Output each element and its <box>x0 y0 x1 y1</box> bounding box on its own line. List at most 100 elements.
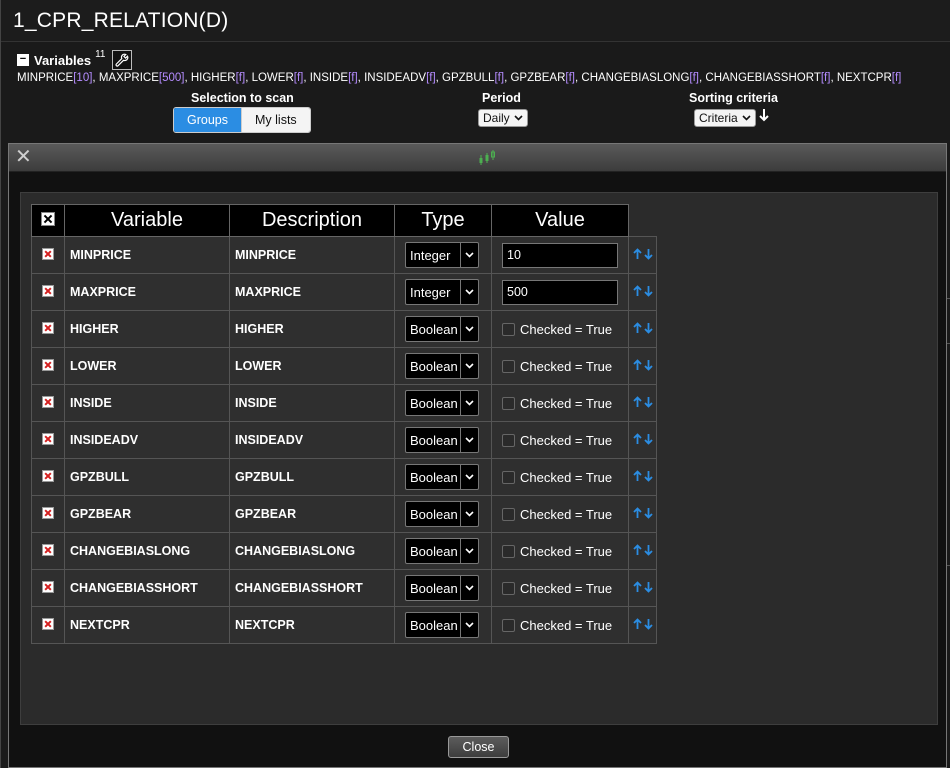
delete-x-icon[interactable] <box>42 321 54 334</box>
close-x-icon[interactable]: ✕ <box>15 147 32 167</box>
arrow-up-icon[interactable] <box>632 247 642 263</box>
checkbox-box[interactable] <box>502 544 515 558</box>
type-select[interactable]: Boolean <box>405 538 479 564</box>
arrow-up-icon[interactable] <box>632 395 642 411</box>
delete-x-icon[interactable] <box>42 358 54 371</box>
arrow-up-icon[interactable] <box>632 580 642 596</box>
variable-summary-param[interactable]: [f] <box>426 72 436 84</box>
checkbox-box[interactable] <box>502 359 515 373</box>
type-select[interactable]: Boolean <box>405 353 479 379</box>
arrow-up-icon[interactable] <box>632 543 642 559</box>
variable-summary-param[interactable]: [f] <box>565 72 575 84</box>
variable-summary-param[interactable]: [f] <box>892 72 902 84</box>
delete-x-icon[interactable] <box>42 580 54 593</box>
checkbox-box[interactable] <box>502 581 515 595</box>
variable-summary-param[interactable]: [f] <box>236 72 246 84</box>
type-select[interactable]: Integer <box>405 279 479 305</box>
value-input[interactable]: 500 <box>502 279 618 305</box>
arrow-up-icon[interactable] <box>632 284 642 300</box>
checkbox-box[interactable] <box>502 396 515 410</box>
chevron-down-icon <box>460 317 478 341</box>
arrow-down-icon[interactable] <box>643 322 653 337</box>
sort-direction-icon[interactable] <box>759 108 769 127</box>
value-cell: Checked = True <box>491 421 629 459</box>
type-select[interactable]: Boolean <box>405 316 479 342</box>
value-checkbox[interactable]: Checked = True <box>502 433 628 448</box>
variable-summary-param[interactable]: [f] <box>821 72 831 84</box>
wrench-icon[interactable] <box>111 50 132 70</box>
selection-to-scan-label: Selection to scan <box>191 91 294 105</box>
delete-all-icon[interactable] <box>41 212 55 226</box>
value-checkbox[interactable]: Checked = True <box>502 470 628 485</box>
value-checkbox[interactable]: Checked = True <box>502 507 628 522</box>
value-checkbox[interactable]: Checked = True <box>502 618 628 633</box>
arrow-down-icon[interactable] <box>643 433 653 448</box>
type-select[interactable]: Boolean <box>405 427 479 453</box>
arrow-up-icon[interactable] <box>632 469 642 485</box>
type-select[interactable]: Boolean <box>405 390 479 416</box>
value-checkbox[interactable]: Checked = True <box>502 359 628 374</box>
checkbox-box[interactable] <box>502 618 515 632</box>
type-cell: Boolean <box>394 347 492 385</box>
delete-x-icon[interactable] <box>42 247 54 260</box>
arrow-down-icon[interactable] <box>643 248 653 263</box>
checkbox-box[interactable] <box>502 507 515 521</box>
value-input[interactable]: 10 <box>502 242 618 268</box>
value-checkbox[interactable]: Checked = True <box>502 581 628 596</box>
value-checkbox[interactable]: Checked = True <box>502 396 628 411</box>
arrow-down-icon[interactable] <box>643 396 653 411</box>
sorting-select[interactable]: Criteria <box>694 109 756 127</box>
type-select[interactable]: Boolean <box>405 575 479 601</box>
checkbox-box[interactable] <box>502 322 515 336</box>
variable-summary-param[interactable]: [f] <box>689 72 699 84</box>
arrow-up-icon[interactable] <box>632 432 642 448</box>
variables-summary: MINPRICE[10], MAXPRICE[500], HIGHER[f], … <box>17 72 901 84</box>
variables-header: − Variables 11 <box>17 49 132 70</box>
chevron-down-icon <box>460 465 478 489</box>
delete-x-icon[interactable] <box>42 469 54 482</box>
variable-summary-param[interactable]: [f] <box>348 72 358 84</box>
delete-x-icon[interactable] <box>42 543 54 556</box>
delete-x-icon[interactable] <box>42 617 54 630</box>
arrow-down-icon[interactable] <box>643 470 653 485</box>
delete-x-icon[interactable] <box>42 506 54 519</box>
my-lists-button[interactable]: My lists <box>241 108 310 132</box>
sorting-select-value: Criteria <box>699 111 738 125</box>
arrow-down-icon[interactable] <box>643 581 653 596</box>
type-select-value: Boolean <box>410 321 458 337</box>
minus-box-icon[interactable]: − <box>17 54 29 66</box>
type-select[interactable]: Boolean <box>405 464 479 490</box>
arrow-up-icon[interactable] <box>632 321 642 337</box>
delete-x-icon[interactable] <box>42 284 54 297</box>
arrow-down-icon[interactable] <box>643 507 653 522</box>
delete-x-icon[interactable] <box>42 395 54 408</box>
checkbox-box[interactable] <box>502 470 515 484</box>
reorder-cell <box>628 310 657 348</box>
variable-name: CHANGEBIASLONG <box>64 532 230 570</box>
delete-all-header[interactable] <box>31 204 65 237</box>
variable-name: CHANGEBIASSHORT <box>64 569 230 607</box>
variable-summary-param[interactable]: [f] <box>494 72 504 84</box>
type-select-value: Boolean <box>410 617 458 633</box>
type-select[interactable]: Integer <box>405 242 479 268</box>
type-select[interactable]: Boolean <box>405 501 479 527</box>
value-checkbox[interactable]: Checked = True <box>502 544 628 559</box>
arrow-down-icon[interactable] <box>643 618 653 633</box>
chevron-down-icon <box>460 391 478 415</box>
close-button[interactable]: Close <box>448 736 509 758</box>
type-select[interactable]: Boolean <box>405 612 479 638</box>
arrow-up-icon[interactable] <box>632 506 642 522</box>
variable-summary-param[interactable]: [f] <box>294 72 304 84</box>
variable-summary-param[interactable]: [500] <box>159 72 185 84</box>
arrow-down-icon[interactable] <box>643 359 653 374</box>
value-checkbox[interactable]: Checked = True <box>502 322 628 337</box>
arrow-down-icon[interactable] <box>643 285 653 300</box>
groups-button[interactable]: Groups <box>174 108 241 132</box>
delete-x-icon[interactable] <box>42 432 54 445</box>
arrow-down-icon[interactable] <box>643 544 653 559</box>
arrow-up-icon[interactable] <box>632 617 642 633</box>
checkbox-box[interactable] <box>502 433 515 447</box>
arrow-up-icon[interactable] <box>632 358 642 374</box>
variable-summary-param[interactable]: [10] <box>73 72 92 84</box>
period-select[interactable]: Daily <box>478 109 528 127</box>
